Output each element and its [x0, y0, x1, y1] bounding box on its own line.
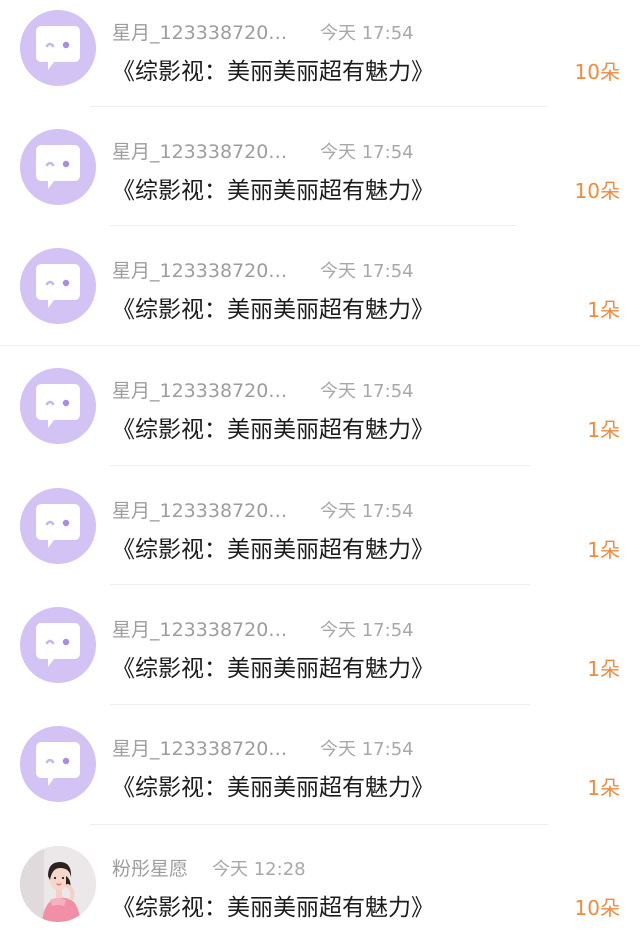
- username[interactable]: 星月_123338720…: [112, 376, 287, 403]
- username[interactable]: 星月_123338720…: [112, 137, 287, 164]
- divider: [90, 824, 548, 825]
- list-item[interactable]: 星月_123338720… 今天 17:54 《综影视：美丽美丽超有魅力》 1朵: [0, 358, 640, 478]
- timestamp: 今天 17:54: [320, 261, 414, 282]
- flower-count: 10朵: [574, 60, 620, 84]
- gift-record-list: 星月_123338720… 今天 17:54 《综影视：美丽美丽超有魅力》 10…: [0, 0, 640, 934]
- timestamp: 今天 17:54: [320, 23, 414, 44]
- timestamp: 今天 12:28: [212, 859, 306, 880]
- work-title[interactable]: 《综影视：美丽美丽超有魅力》: [112, 888, 434, 922]
- timestamp: 今天 17:54: [320, 142, 414, 163]
- chat-bubble-wink-icon[interactable]: [20, 726, 96, 802]
- chat-bubble-wink-icon[interactable]: [20, 10, 96, 86]
- work-title[interactable]: 《综影视：美丽美丽超有魅力》: [112, 649, 434, 683]
- timestamp: 今天 17:54: [320, 501, 414, 522]
- divider: [90, 106, 548, 107]
- chat-bubble-wink-icon[interactable]: [20, 488, 96, 564]
- user-photo-avatar[interactable]: [20, 846, 96, 922]
- username[interactable]: 星月_123338720…: [112, 18, 287, 45]
- list-item[interactable]: 星月_123338720… 今天 17:54 《综影视：美丽美丽超有魅力》 1朵: [0, 716, 640, 836]
- divider: [110, 465, 530, 466]
- username[interactable]: 星月_123338720…: [112, 615, 287, 642]
- work-title[interactable]: 《综影视：美丽美丽超有魅力》: [112, 290, 434, 324]
- chat-bubble-wink-icon[interactable]: [20, 129, 96, 205]
- list-item[interactable]: 星月_123338720… 今天 17:54 《综影视：美丽美丽超有魅力》 1朵: [0, 478, 640, 598]
- flower-count: 1朵: [587, 298, 620, 322]
- work-title[interactable]: 《综影视：美丽美丽超有魅力》: [112, 768, 434, 802]
- timestamp: 今天 17:54: [320, 739, 414, 760]
- flower-count: 10朵: [574, 179, 620, 203]
- timestamp: 今天 17:54: [320, 620, 414, 641]
- divider: [110, 584, 530, 585]
- chat-bubble-wink-icon[interactable]: [20, 607, 96, 683]
- list-item[interactable]: 粉彤星愿 今天 12:28 《综影视：美丽美丽超有魅力》 10朵: [0, 836, 640, 934]
- timestamp: 今天 17:54: [320, 381, 414, 402]
- flower-count: 1朵: [587, 776, 620, 800]
- divider: [0, 345, 640, 346]
- flower-count: 1朵: [587, 657, 620, 681]
- list-item[interactable]: 星月_123338720… 今天 17:54 《综影视：美丽美丽超有魅力》 1朵: [0, 238, 640, 358]
- flower-count: 1朵: [587, 538, 620, 562]
- divider: [110, 704, 530, 705]
- work-title[interactable]: 《综影视：美丽美丽超有魅力》: [112, 171, 434, 205]
- list-item[interactable]: 星月_123338720… 今天 17:54 《综影视：美丽美丽超有魅力》 10…: [0, 0, 640, 120]
- flower-count: 10朵: [574, 896, 620, 920]
- work-title[interactable]: 《综影视：美丽美丽超有魅力》: [112, 530, 434, 564]
- username[interactable]: 星月_123338720…: [112, 734, 287, 761]
- chat-bubble-wink-icon[interactable]: [20, 368, 96, 444]
- list-item[interactable]: 星月_123338720… 今天 17:54 《综影视：美丽美丽超有魅力》 1朵: [0, 597, 640, 717]
- username[interactable]: 星月_123338720…: [112, 496, 287, 523]
- chat-bubble-wink-icon[interactable]: [20, 248, 96, 324]
- username[interactable]: 粉彤星愿: [112, 854, 188, 881]
- list-item[interactable]: 星月_123338720… 今天 17:54 《综影视：美丽美丽超有魅力》 10…: [0, 119, 640, 239]
- work-title[interactable]: 《综影视：美丽美丽超有魅力》: [112, 52, 434, 86]
- flower-count: 1朵: [587, 418, 620, 442]
- username[interactable]: 星月_123338720…: [112, 256, 287, 283]
- divider: [110, 225, 516, 226]
- work-title[interactable]: 《综影视：美丽美丽超有魅力》: [112, 410, 434, 444]
